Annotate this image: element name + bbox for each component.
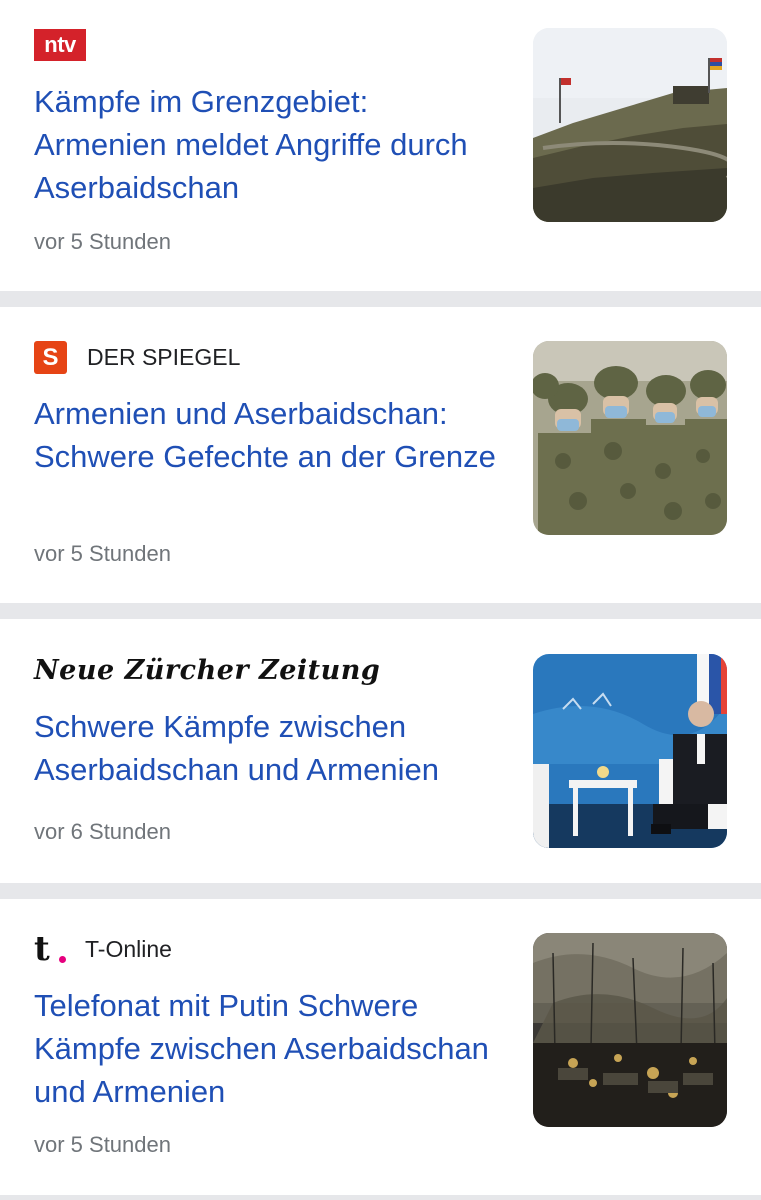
ntv-logo: ntv bbox=[34, 29, 86, 61]
headline-link[interactable]: Schwere Kämpfe zwischen Aserbaidschan un… bbox=[34, 705, 504, 791]
source-row: S DER SPIEGEL bbox=[34, 341, 240, 374]
nzz-logo: Neue Zürcher Zeitung bbox=[34, 655, 381, 686]
spiegel-logo: S bbox=[34, 341, 67, 374]
timestamp: vor 5 Stunden bbox=[34, 229, 171, 254]
tonline-dot bbox=[59, 956, 66, 963]
source-name: DER SPIEGEL bbox=[87, 344, 241, 370]
news-card[interactable]: Neue Zürcher Zeitung Schwere Kämpfe zwis… bbox=[0, 619, 761, 883]
source-name: T-Online bbox=[85, 936, 172, 962]
source-row: Neue Zürcher Zeitung bbox=[34, 655, 380, 686]
timestamp: vor 5 Stunden bbox=[34, 541, 171, 566]
news-card[interactable]: t T-Online Telefonat mit Putin Schwere K… bbox=[0, 899, 761, 1195]
thumbnail-image[interactable] bbox=[533, 28, 727, 222]
headline-link[interactable]: Telefonat mit Putin Schwere Kämpfe zwisc… bbox=[34, 984, 504, 1113]
hillside-border-post-image bbox=[533, 28, 727, 222]
tonline-logo: t bbox=[34, 932, 67, 966]
thumbnail-image[interactable] bbox=[533, 654, 727, 848]
meeting-room-image bbox=[533, 654, 727, 848]
news-card[interactable]: S DER SPIEGEL Armenien und Aserbaidschan… bbox=[0, 307, 761, 603]
source-row: t T-Online bbox=[34, 932, 172, 966]
smoke-battlefield-image bbox=[533, 933, 727, 1127]
news-card[interactable]: ntv Kämpfe im Grenzgebiet: Armenien meld… bbox=[0, 0, 761, 291]
thumbnail-image[interactable] bbox=[533, 341, 727, 535]
thumbnail-image[interactable] bbox=[533, 933, 727, 1127]
soldiers-in-masks-image bbox=[533, 341, 727, 535]
source-row: ntv bbox=[34, 29, 86, 61]
timestamp: vor 6 Stunden bbox=[34, 819, 171, 844]
headline-link[interactable]: Armenien und Aserbaidschan: Schwere Gefe… bbox=[34, 392, 504, 478]
headline-link[interactable]: Kämpfe im Grenzgebiet: Armenien meldet A… bbox=[34, 80, 504, 209]
timestamp: vor 5 Stunden bbox=[34, 1132, 171, 1157]
